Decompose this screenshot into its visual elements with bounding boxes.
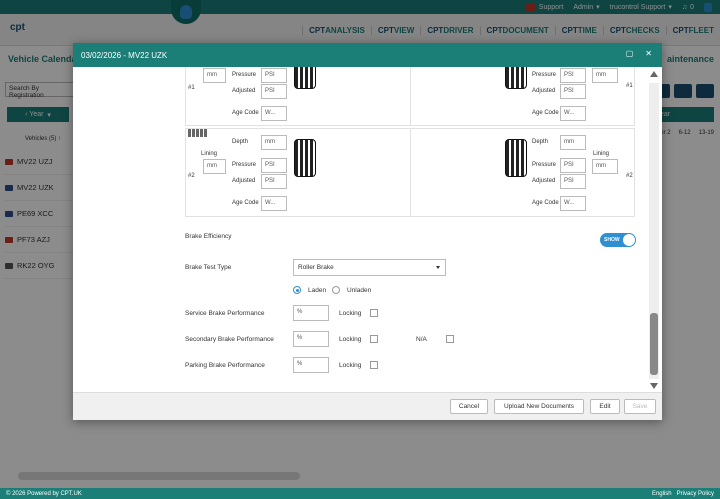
modal-scrollbar-thumb[interactable] (650, 313, 658, 375)
service-brake-label: Service Brake Performance (185, 310, 265, 317)
upload-documents-button[interactable]: Upload New Documents (494, 399, 584, 414)
laden-radio[interactable] (293, 286, 301, 294)
panel-divider (410, 128, 411, 217)
adjusted-input[interactable]: PSI (560, 84, 586, 99)
age-code-input[interactable]: W... (261, 106, 287, 121)
age-code-input[interactable]: W... (560, 196, 586, 211)
adjusted-input[interactable]: PSI (261, 84, 287, 99)
parking-brake-input[interactable]: % (293, 357, 329, 373)
tyre-icon[interactable] (505, 139, 527, 177)
pressure-input[interactable]: PSI (560, 158, 586, 173)
modal-body: #1 mm Pressure PSI Adjusted PSI Age Code… (73, 67, 662, 391)
horizontal-scrollbar[interactable] (18, 472, 300, 480)
adjusted-input[interactable]: PSI (261, 174, 287, 189)
edit-button[interactable]: Edit (590, 399, 620, 414)
tyre-icon[interactable] (505, 67, 527, 89)
lining-input[interactable]: mm (203, 159, 226, 174)
modal-title: 03/02/2026 - MV22 UZK (81, 50, 168, 60)
lining-input[interactable]: mm (592, 68, 618, 83)
footer: © 2026 Powered by CPT.UK English Privacy… (0, 488, 720, 499)
secondary-na-checkbox[interactable] (446, 335, 454, 343)
panel-divider (410, 67, 411, 126)
axle-icon (188, 129, 208, 137)
unladen-radio[interactable] (332, 286, 340, 294)
caret-down-icon (436, 266, 440, 269)
tyre-icon[interactable] (294, 67, 316, 89)
modal-footer: Cancel Upload New Documents Edit Save (73, 392, 662, 420)
brake-efficiency-toggle[interactable]: SHOW (600, 233, 636, 247)
age-code-input[interactable]: W... (261, 196, 287, 211)
depth-input[interactable]: mm (261, 135, 287, 150)
privacy-link[interactable]: Privacy Policy (677, 491, 714, 497)
cancel-button[interactable]: Cancel (450, 399, 488, 414)
brake-test-type-label: Brake Test Type (185, 264, 232, 271)
secondary-brake-input[interactable]: % (293, 331, 329, 347)
lining-input[interactable]: mm (203, 68, 226, 83)
tyre-icon[interactable] (294, 139, 316, 177)
brake-test-type-select[interactable]: Roller Brake (293, 259, 446, 276)
parking-locking-checkbox[interactable] (370, 361, 378, 369)
lining-input[interactable]: mm (592, 159, 618, 174)
depth-input[interactable]: mm (560, 135, 586, 150)
inspection-modal: 03/02/2026 - MV22 UZK ▢ ✕ #1 mm Pressure … (73, 43, 662, 420)
secondary-locking-checkbox[interactable] (370, 335, 378, 343)
pressure-input[interactable]: PSI (261, 68, 287, 83)
maximize-icon[interactable]: ▢ (626, 49, 634, 58)
scroll-down-icon[interactable] (650, 383, 658, 389)
parking-brake-label: Parking Brake Performance (185, 362, 265, 369)
adjusted-input[interactable]: PSI (560, 174, 586, 189)
close-icon[interactable]: ✕ (645, 49, 652, 58)
save-button[interactable]: Save (624, 399, 656, 414)
secondary-brake-label: Secondary Brake Performance (185, 336, 274, 343)
pressure-input[interactable]: PSI (560, 68, 586, 83)
age-code-input[interactable]: W... (560, 106, 586, 121)
service-brake-input[interactable]: % (293, 305, 329, 321)
brake-efficiency-label: Brake Efficiency (185, 233, 232, 240)
language-selector[interactable]: English (652, 491, 672, 497)
scroll-up-icon[interactable] (650, 71, 658, 77)
pressure-input[interactable]: PSI (261, 158, 287, 173)
axle-number: #1 (188, 85, 195, 91)
modal-header: 03/02/2026 - MV22 UZK ▢ ✕ (73, 43, 662, 67)
service-locking-checkbox[interactable] (370, 309, 378, 317)
axle-number: #2 (188, 173, 195, 179)
